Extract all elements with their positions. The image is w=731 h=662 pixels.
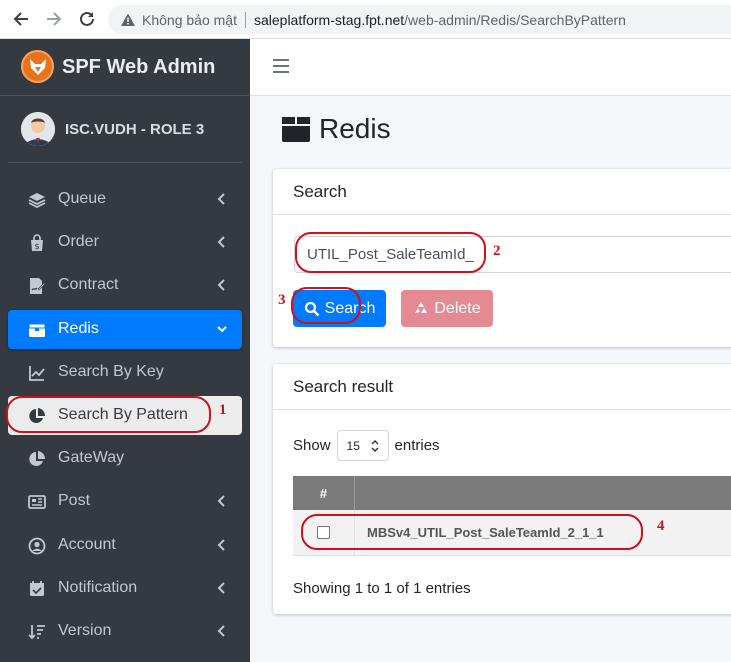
url-host: saleplatform-stag.fpt.net: [253, 11, 405, 28]
box-icon: [282, 117, 310, 142]
sidebar-item-label: GateWay: [58, 449, 125, 466]
sidebar-item-label: Version: [58, 622, 112, 639]
recycle-icon: [415, 301, 428, 313]
user-panel[interactable]: ISC.VUDH - ROLE 3: [8, 96, 242, 163]
annotation-number-3: 3: [278, 292, 286, 308]
chevron-left-icon: [217, 279, 225, 291]
annotation-number-4: 4: [657, 518, 665, 534]
search-card-title: Search: [273, 169, 731, 215]
shopping-bag-icon: $: [27, 233, 47, 253]
annotation-ring-2: [295, 232, 486, 273]
sidebar-item-queue[interactable]: Queue: [8, 180, 242, 219]
annotation-number-1: 1: [219, 402, 227, 418]
chevron-left-icon: [217, 193, 225, 205]
chevron-left-icon: [217, 236, 225, 248]
select-arrows-icon: [371, 440, 379, 452]
sidebar-item-label: Contract: [58, 276, 119, 293]
entries-select-value: 15: [346, 438, 360, 453]
chevron-left-icon: [217, 539, 225, 551]
layers-icon: [27, 190, 47, 210]
sidebar-item-label: Order: [58, 233, 99, 250]
delete-button[interactable]: Delete: [401, 290, 493, 327]
delete-button-label: Delete: [434, 299, 481, 317]
brand-link[interactable]: SPF Web Admin: [0, 39, 250, 96]
sidebar-item-account[interactable]: Account: [8, 526, 242, 565]
page-title-text: Redis: [319, 113, 391, 144]
search-result-card: Search result Show 15 entries # MBSv4_UT…: [273, 364, 731, 614]
address-bar[interactable]: Không bảo mật saleplatform-stag.fpt.net /…: [108, 5, 731, 34]
pie-chart-icon: [27, 449, 47, 469]
box-icon: [27, 320, 47, 340]
annotation-ring-4: [301, 514, 643, 550]
insecure-label: Không bảo mật: [142, 11, 237, 28]
result-card-title: Search result: [273, 364, 731, 410]
sidebar-item-label: Notification: [58, 579, 138, 596]
calendar-check-icon: [27, 579, 47, 599]
sidebar-item-notification[interactable]: Notification: [8, 569, 242, 608]
column-header-number[interactable]: #: [293, 476, 355, 510]
sidebar-item-post[interactable]: Post: [8, 482, 242, 521]
sidebar-item-label: Redis: [58, 320, 99, 337]
page-title: Redis: [281, 113, 391, 145]
sidebar-item-order[interactable]: $ Order: [8, 223, 242, 262]
sidebar-item-gateway[interactable]: GateWay: [8, 439, 242, 478]
top-navbar: [250, 39, 731, 96]
sidebar-item-label: Search By Key: [58, 363, 164, 380]
newspaper-icon: [27, 492, 47, 512]
table-info: Showing 1 to 1 of 1 entries: [293, 580, 471, 597]
chevron-left-icon: [217, 582, 225, 594]
sidebar-item-label: Account: [58, 536, 116, 553]
annotation-ring-1: [6, 396, 211, 433]
annotation-number-2: 2: [493, 243, 501, 259]
avatar: [21, 112, 55, 146]
table-header: #: [293, 476, 731, 510]
sidebar: SPF Web Admin ISC.VUDH - ROLE 3 Queue $ …: [0, 39, 250, 662]
entries-label: entries: [394, 437, 440, 454]
browser-toolbar: Không bảo mật saleplatform-stag.fpt.net /…: [0, 0, 731, 39]
chevron-down-icon: [217, 326, 227, 333]
fox-logo-icon: [21, 50, 54, 83]
chevron-left-icon: [217, 625, 225, 637]
sidebar-item-search-by-key[interactable]: Search By Key: [8, 353, 242, 392]
entries-length-control: Show 15 entries: [293, 430, 440, 461]
user-name: ISC.VUDH - ROLE 3: [65, 121, 205, 138]
line-chart-icon: [27, 363, 47, 383]
sidebar-item-label: Post: [58, 492, 91, 509]
sidebar-item-version[interactable]: Version: [8, 612, 242, 651]
svg-text:$: $: [34, 242, 39, 251]
back-arrow-icon[interactable]: [10, 8, 32, 30]
hamburger-menu-icon[interactable]: [273, 59, 289, 74]
sidebar-item-redis[interactable]: Redis: [8, 310, 242, 349]
url-path: /web-admin/Redis/SearchByPattern: [404, 11, 626, 28]
brand-text: SPF Web Admin: [62, 56, 216, 78]
sidebar-item-label: Queue: [58, 190, 107, 207]
address-separator: [244, 11, 246, 28]
user-circle-icon: [27, 536, 47, 556]
file-signature-icon: [27, 276, 47, 296]
sidebar-item-contract[interactable]: Contract: [8, 266, 242, 305]
sort-amount-icon: [27, 622, 47, 642]
warning-triangle-icon: [121, 13, 135, 26]
chevron-left-icon: [217, 495, 225, 507]
forward-arrow-icon[interactable]: [43, 8, 65, 30]
annotation-ring-3: [291, 287, 361, 324]
entries-select[interactable]: 15: [336, 430, 389, 461]
main-content: Redis Search Search Delete Search result…: [250, 39, 731, 662]
show-label: Show: [293, 437, 331, 454]
reload-icon[interactable]: [76, 8, 98, 30]
